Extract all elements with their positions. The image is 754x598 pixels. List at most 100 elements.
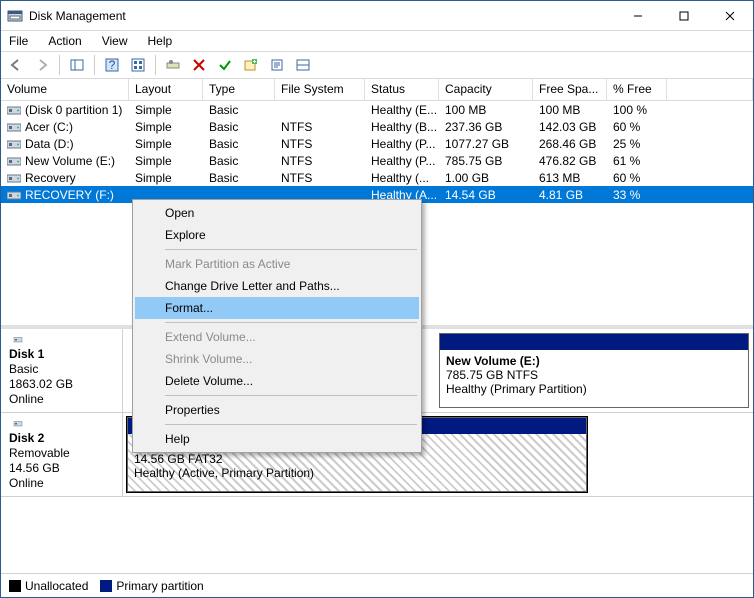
- toolbar-separator: [59, 55, 60, 75]
- volume-layout: Simple: [129, 103, 203, 117]
- ctx-separator: [165, 322, 417, 323]
- title-bar: Disk Management: [1, 1, 753, 31]
- col-filesystem[interactable]: File System: [275, 79, 365, 100]
- drive-icon: [7, 172, 21, 183]
- volume-status: Healthy (B...: [365, 120, 439, 134]
- svg-text:?: ?: [109, 58, 116, 72]
- minimize-button[interactable]: [615, 1, 661, 31]
- toolbar-separator: [94, 55, 95, 75]
- settings-button[interactable]: [162, 54, 184, 76]
- col-type[interactable]: Type: [203, 79, 275, 100]
- volume-type: Basic: [203, 171, 275, 185]
- volume-status: Healthy (E...: [365, 103, 439, 117]
- ctx-delete[interactable]: Delete Volume...: [135, 370, 419, 392]
- menu-file[interactable]: File: [5, 33, 32, 49]
- volume-row[interactable]: Acer (C:)SimpleBasicNTFSHealthy (B...237…: [1, 118, 753, 135]
- volume-list-header: Volume Layout Type File System Status Ca…: [1, 79, 753, 101]
- ctx-separator: [165, 249, 417, 250]
- volume-row[interactable]: (Disk 0 partition 1)SimpleBasicHealthy (…: [1, 101, 753, 118]
- col-spare[interactable]: [667, 79, 753, 100]
- volume-type: Basic: [203, 103, 275, 117]
- ctx-separator: [165, 395, 417, 396]
- properties-button[interactable]: [266, 54, 288, 76]
- toolbar-separator: [155, 55, 156, 75]
- disk-state: Online: [9, 476, 114, 490]
- disk-name: Disk 1: [9, 347, 114, 361]
- ctx-properties[interactable]: Properties: [135, 399, 419, 421]
- partition[interactable]: New Volume (E:)785.75 GB NTFSHealthy (Pr…: [439, 333, 749, 408]
- ctx-explore[interactable]: Explore: [135, 224, 419, 246]
- legend-unallocated: Unallocated: [9, 579, 88, 593]
- volume-free: 100 MB: [533, 103, 607, 117]
- disk-label: Disk 1Basic1863.02 GBOnline: [1, 329, 123, 412]
- volume-fs: NTFS: [275, 120, 365, 134]
- menu-bar: File Action View Help: [1, 31, 753, 51]
- partition-size: 14.56 GB FAT32: [134, 452, 580, 466]
- close-button[interactable]: [707, 1, 753, 31]
- disk-management-window: Disk Management File Action View Help ? …: [0, 0, 754, 598]
- menu-help[interactable]: Help: [144, 33, 177, 49]
- volume-free: 613 MB: [533, 171, 607, 185]
- ctx-extend: Extend Volume...: [135, 326, 419, 348]
- help-button[interactable]: ?: [101, 54, 123, 76]
- disk-size: 14.56 GB: [9, 461, 114, 475]
- volume-free: 268.46 GB: [533, 137, 607, 151]
- disk-label: Disk 2Removable14.56 GBOnline: [1, 413, 123, 496]
- drive-icon: [7, 155, 21, 166]
- ctx-help[interactable]: Help: [135, 428, 419, 450]
- partition-status: Healthy (Active, Primary Partition): [134, 466, 580, 480]
- volume-status: Healthy (P...: [365, 137, 439, 151]
- add-button[interactable]: [240, 54, 262, 76]
- volume-row[interactable]: New Volume (E:)SimpleBasicNTFSHealthy (P…: [1, 152, 753, 169]
- disk-size: 1863.02 GB: [9, 377, 114, 391]
- volume-name: RECOVERY (F:): [25, 188, 114, 202]
- disk-type: Removable: [9, 446, 114, 460]
- col-status[interactable]: Status: [365, 79, 439, 100]
- ctx-change-letter[interactable]: Change Drive Letter and Paths...: [135, 275, 419, 297]
- col-capacity[interactable]: Capacity: [439, 79, 533, 100]
- disk-icon: [9, 335, 27, 344]
- back-button[interactable]: [5, 54, 27, 76]
- volume-capacity: 1077.27 GB: [439, 137, 533, 151]
- action-list-button[interactable]: [292, 54, 314, 76]
- partition-name: New Volume (E:): [446, 354, 742, 368]
- forward-button[interactable]: [31, 54, 53, 76]
- col-layout[interactable]: Layout: [129, 79, 203, 100]
- window-title: Disk Management: [29, 9, 615, 23]
- delete-button[interactable]: [188, 54, 210, 76]
- partition-size: 785.75 GB NTFS: [446, 368, 742, 382]
- col-volume[interactable]: Volume: [1, 79, 129, 100]
- legend-primary: Primary partition: [100, 579, 203, 593]
- menu-view[interactable]: View: [98, 33, 132, 49]
- volume-type: Basic: [203, 120, 275, 134]
- volume-free: 476.82 GB: [533, 154, 607, 168]
- drive-icon: [7, 138, 21, 149]
- volume-row[interactable]: RecoverySimpleBasicNTFSHealthy (...1.00 …: [1, 169, 753, 186]
- ctx-mark-active: Mark Partition as Active: [135, 253, 419, 275]
- show-hide-tree-button[interactable]: [66, 54, 88, 76]
- volume-name: Recovery: [25, 171, 76, 185]
- volume-fs: NTFS: [275, 154, 365, 168]
- menu-action[interactable]: Action: [44, 33, 85, 49]
- col-pct[interactable]: % Free: [607, 79, 667, 100]
- volume-pct: 25 %: [607, 137, 667, 151]
- ctx-open[interactable]: Open: [135, 202, 419, 224]
- volume-layout: Simple: [129, 137, 203, 151]
- volume-pct: 100 %: [607, 103, 667, 117]
- legend: Unallocated Primary partition: [1, 573, 753, 597]
- maximize-button[interactable]: [661, 1, 707, 31]
- volume-free: 4.81 GB: [533, 188, 607, 202]
- col-free[interactable]: Free Spa...: [533, 79, 607, 100]
- refresh-button[interactable]: [127, 54, 149, 76]
- volume-capacity: 14.54 GB: [439, 188, 533, 202]
- toolbar: ?: [1, 51, 753, 79]
- volume-name: New Volume (E:): [25, 154, 115, 168]
- context-menu: Open Explore Mark Partition as Active Ch…: [132, 199, 422, 453]
- partition-status: Healthy (Primary Partition): [446, 382, 742, 396]
- volume-pct: 60 %: [607, 120, 667, 134]
- volume-fs: NTFS: [275, 137, 365, 151]
- volume-row[interactable]: Data (D:)SimpleBasicNTFSHealthy (P...107…: [1, 135, 753, 152]
- check-button[interactable]: [214, 54, 236, 76]
- ctx-format[interactable]: Format...: [135, 297, 419, 319]
- disk-name: Disk 2: [9, 431, 114, 445]
